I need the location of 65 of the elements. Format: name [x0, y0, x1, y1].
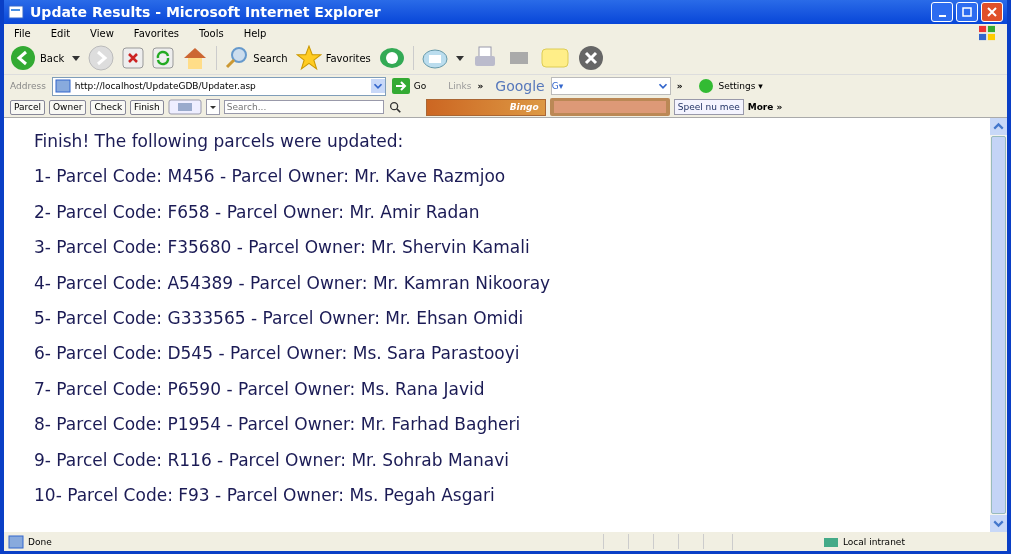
- more-button[interactable]: »: [477, 81, 484, 91]
- close-button[interactable]: [981, 2, 1003, 22]
- dropdown-icon[interactable]: [205, 99, 220, 115]
- scroll-down-icon[interactable]: [990, 515, 1007, 532]
- search-field[interactable]: Search...: [223, 100, 384, 114]
- more-button[interactable]: More »: [747, 102, 783, 112]
- result-line: 8- Parcel Code: P1954 - Parcel Owner: Mr. Farhad Bagheri: [34, 413, 522, 436]
- favorites-button[interactable]: Favorites: [295, 45, 371, 71]
- page-icon: [8, 4, 24, 20]
- result-line: 3- Parcel Code: F35680 - Parcel Owner: Mr. Shervin Kamali: [34, 236, 531, 259]
- address-field[interactable]: http://localhost/UpdateGDB/Updater.asp: [51, 76, 386, 96]
- windows-logo-icon: [977, 25, 997, 41]
- maximize-icon: [961, 6, 973, 18]
- google-search-field[interactable]: G▾: [550, 77, 671, 95]
- stop-icon[interactable]: [122, 47, 145, 69]
- result-line: 10- Parcel Code: F93 - Parcel Owner: Ms. Pegah Asgari: [34, 483, 496, 506]
- page-icon: [8, 533, 24, 550]
- window-title: Update Results - Microsoft Internet Explorer: [30, 4, 382, 20]
- scrollbar[interactable]: [990, 118, 1007, 532]
- result-line: 9- Parcel Code: R116 - Parcel Owner: Mr. Sohrab Manavi: [34, 448, 510, 471]
- toolbar-button[interactable]: Speel nu mee: [673, 99, 744, 115]
- back-button[interactable]: Back: [10, 45, 65, 71]
- toolbar-button[interactable]: Owner: [49, 99, 87, 115]
- toolbar-button[interactable]: Finish: [130, 99, 164, 115]
- star-icon: [295, 45, 322, 71]
- status-text: Done: [28, 536, 52, 547]
- arrow-icon: [391, 78, 410, 94]
- menu-item[interactable]: Edit: [50, 27, 71, 39]
- result-line: 6- Parcel Code: D545 - Parcel Owner: Ms. Sara Parastooyi: [34, 342, 521, 365]
- result-line: 2- Parcel Code: F658 - Parcel Owner: Mr. Amir Radan: [34, 200, 481, 223]
- settings-button[interactable]: Settings ▾: [698, 78, 763, 94]
- menu-item[interactable]: File: [14, 27, 31, 39]
- refresh-icon[interactable]: [152, 47, 175, 69]
- search-button[interactable]: Search: [225, 46, 288, 70]
- minimize-icon: [938, 15, 946, 17]
- zone-text: Local intranet: [843, 536, 905, 547]
- menu-item[interactable]: Tools: [199, 27, 224, 39]
- menu-item[interactable]: Favorites: [133, 27, 179, 39]
- forward-icon[interactable]: [88, 45, 115, 71]
- toolbar-button[interactable]: Parcel: [10, 99, 46, 115]
- caret-icon[interactable]: [455, 55, 464, 61]
- go-button[interactable]: Go: [391, 78, 427, 94]
- dropdown-icon[interactable]: [370, 79, 385, 93]
- search-icon[interactable]: [387, 99, 402, 115]
- minimize-button[interactable]: [931, 2, 953, 22]
- result-line: 5- Parcel Code: G333565 - Parcel Owner: Mr. Ehsan Omidi: [34, 306, 525, 329]
- menu-item[interactable]: Help: [243, 27, 267, 39]
- circle-icon: [698, 78, 715, 94]
- close-icon[interactable]: [577, 45, 604, 71]
- toolbar-button[interactable]: Check: [90, 99, 127, 115]
- address-label: Address: [10, 81, 46, 91]
- search-icon: [225, 46, 250, 70]
- result-line: 7- Parcel Code: P6590 - Parcel Owner: Ms. Rana Javid: [34, 377, 486, 400]
- result-line: 4- Parcel Code: A54389 - Parcel Owner: Mr. Kamran Nikooray: [34, 271, 552, 294]
- result-line: 1- Parcel Code: M456 - Parcel Owner: Mr. Kave Razmjoo: [34, 165, 507, 188]
- scroll-up-icon[interactable]: [990, 118, 1007, 135]
- more-button[interactable]: »: [676, 81, 683, 91]
- scroll-thumb[interactable]: [991, 136, 1006, 514]
- close-icon: [986, 6, 998, 18]
- result-heading: Finish! The following parcels were updated:: [34, 130, 405, 152]
- caret-icon[interactable]: [72, 55, 81, 61]
- google-logo: Google: [495, 78, 545, 94]
- maximize-button[interactable]: [956, 2, 978, 22]
- page-icon: [54, 78, 71, 94]
- menu-item[interactable]: View: [90, 27, 114, 39]
